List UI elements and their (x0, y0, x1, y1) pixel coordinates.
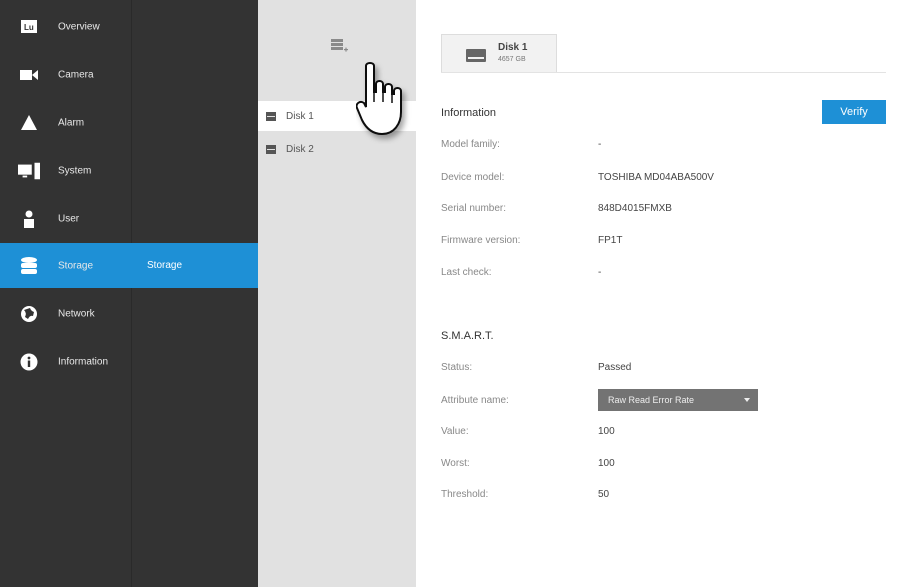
nav-item-alarm[interactable]: Alarm (0, 100, 131, 145)
worst-label: Worst: (441, 458, 470, 469)
camera-icon (18, 65, 40, 85)
value-value: 100 (598, 426, 615, 437)
device-model-value: TOSHIBA MD04ABA500V (598, 172, 714, 183)
network-icon (18, 304, 40, 324)
system-icon (18, 161, 40, 181)
model-family-label: Model family: (441, 139, 500, 150)
tab-disk-name: Disk 1 (498, 42, 528, 53)
nav-label: Overview (58, 21, 100, 32)
subnav-item-storage[interactable]: Storage (147, 260, 182, 271)
device-model-label: Device model: (441, 172, 505, 183)
user-icon (18, 209, 40, 229)
nav-item-network[interactable]: Network (0, 291, 131, 336)
nav-label: System (58, 165, 92, 176)
firmware-version-value: FP1T (598, 235, 623, 246)
attribute-name-value: Raw Read Error Rate (608, 395, 695, 405)
serial-number-label: Serial number: (441, 203, 507, 214)
worst-value: 100 (598, 458, 615, 469)
smart-title: S.M.A.R.T. (441, 330, 494, 342)
last-check-value: - (598, 267, 602, 278)
nav-item-system[interactable]: System (0, 148, 131, 193)
threshold-value: 50 (598, 489, 610, 500)
model-family-value: - (598, 139, 602, 150)
nav-label: Storage (58, 260, 94, 271)
nav-label: Alarm (58, 117, 85, 128)
svg-text:Lu: Lu (24, 23, 34, 32)
disk-icon (266, 111, 276, 121)
disk-label: Disk 2 (286, 143, 314, 155)
chevron-down-icon (744, 398, 750, 402)
storage-icon (18, 256, 40, 276)
firmware-version-label: Firmware version: (441, 235, 521, 246)
threshold-label: Threshold: (441, 489, 489, 500)
nav-label: Camera (58, 69, 94, 80)
attribute-name-label: Attribute name: (441, 395, 509, 406)
status-value: Passed (598, 362, 632, 373)
information-icon (18, 352, 40, 372)
information-title: Information (441, 107, 497, 119)
add-disk-icon[interactable] (329, 37, 349, 58)
sub-nav (131, 0, 259, 587)
nav-item-overview[interactable]: Lu Overview (0, 4, 131, 49)
serial-number-value: 848D4015FMXB (598, 203, 672, 214)
nav-label: Information (58, 356, 109, 367)
tab-disk-1[interactable]: Disk 1 4657 GB (441, 34, 557, 73)
nav-item-camera[interactable]: Camera (0, 52, 131, 97)
nav-item-user[interactable]: User (0, 196, 131, 241)
hand-pointer-icon (355, 62, 416, 147)
last-check-label: Last check: (441, 267, 492, 278)
nav-label: User (58, 213, 80, 224)
tab-disk-size: 4657 GB (498, 56, 526, 63)
nav-label: Network (58, 308, 95, 319)
verify-button[interactable]: Verify (822, 100, 886, 124)
disk-icon (466, 49, 486, 62)
status-label: Status: (441, 362, 473, 373)
tab-divider (441, 72, 886, 73)
disk-icon (266, 144, 276, 154)
nav-item-storage[interactable]: Storage (0, 243, 258, 288)
nav-item-information[interactable]: Information (0, 339, 131, 384)
disk-label: Disk 1 (286, 110, 314, 122)
value-label: Value: (441, 426, 469, 437)
overview-icon: Lu (18, 17, 40, 37)
attribute-name-select[interactable]: Raw Read Error Rate (598, 389, 758, 411)
alarm-icon (18, 113, 40, 133)
